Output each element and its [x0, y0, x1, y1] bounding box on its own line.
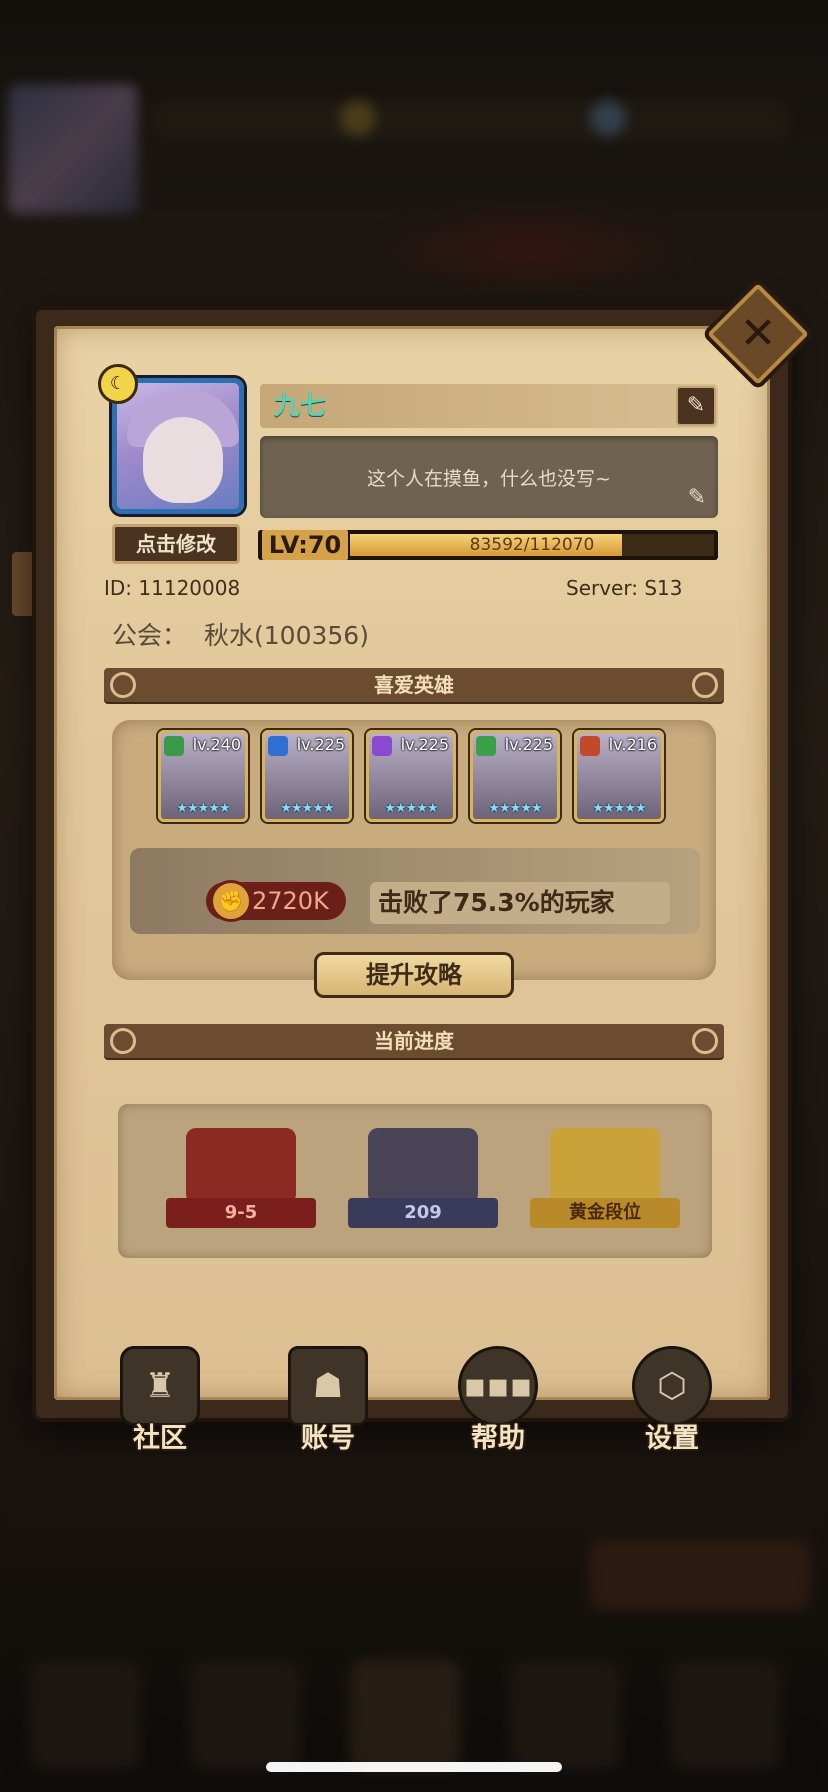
- progress-label: 209: [348, 1198, 498, 1228]
- scroll-curl-icon: [692, 1028, 718, 1054]
- pencil-icon[interactable]: ✎: [688, 485, 706, 510]
- hero-card[interactable]: lv.225 ★★★★★: [262, 730, 352, 822]
- section-title: 喜爱英雄: [374, 673, 454, 697]
- hero-level: lv.225: [400, 735, 449, 754]
- hero-stars: ★★★★★: [280, 801, 334, 816]
- hero-class-icon: [372, 736, 392, 756]
- guild-value: 秋水(100356): [204, 621, 369, 650]
- hero-class-icon: [476, 736, 496, 756]
- help-button[interactable]: ▪▪▪ 帮助: [442, 1346, 554, 1456]
- settings-label: 设置: [645, 1423, 699, 1454]
- name-bar: 九七 ✎: [260, 384, 718, 428]
- home-indicator[interactable]: [266, 1762, 562, 1772]
- scroll-curl-icon: [692, 672, 718, 698]
- settings-button[interactable]: ⬡ 设置: [616, 1346, 728, 1456]
- player-id: ID: 11120008: [104, 576, 241, 600]
- xp-track: 83592/112070: [350, 534, 714, 556]
- avatar-frame[interactable]: ☾: [98, 364, 244, 514]
- hero-stars: ★★★★★: [384, 801, 438, 816]
- hero-card[interactable]: lv.225 ★★★★★: [470, 730, 560, 822]
- hero-card[interactable]: lv.240 ★★★★★: [158, 730, 248, 822]
- signature-box[interactable]: 这个人在摸鱼，什么也没写~ ✎: [260, 436, 718, 518]
- close-icon: ✕: [739, 308, 777, 359]
- account-button[interactable]: ☗ 账号: [272, 1346, 384, 1456]
- account-label: 账号: [301, 1423, 355, 1454]
- hero-card[interactable]: lv.225 ★★★★★: [366, 730, 456, 822]
- xp-text: 83592/112070: [469, 535, 595, 555]
- guild-label: 公会：: [112, 621, 188, 650]
- sword-emblem-icon: [368, 1128, 478, 1204]
- edit-avatar-button[interactable]: 点击修改: [112, 524, 240, 564]
- hero-level: lv.225: [504, 735, 553, 754]
- favorite-heroes-banner: 喜爱英雄: [104, 668, 724, 702]
- hero-class-icon: [268, 736, 288, 756]
- level-label: LV:70: [262, 530, 348, 560]
- rank-progress[interactable]: 黄金段位: [530, 1128, 680, 1232]
- moon-star-icon: ☾: [98, 364, 138, 404]
- help-label: 帮助: [471, 1423, 525, 1454]
- progress-label: 黄金段位: [530, 1198, 680, 1228]
- hero-class-icon: [580, 736, 600, 756]
- defeat-text: 击败了75.3%的玩家: [378, 888, 615, 917]
- tower-progress[interactable]: 209: [348, 1128, 498, 1232]
- avatar-face: [143, 417, 223, 503]
- hero-stars: ★★★★★: [592, 801, 646, 816]
- section-title: 当前进度: [374, 1029, 454, 1053]
- strategy-button[interactable]: 提升攻略: [314, 952, 514, 998]
- player-name: 九七: [274, 391, 327, 421]
- current-progress-banner: 当前进度: [104, 1024, 724, 1058]
- book-emblem-icon: [186, 1128, 296, 1204]
- pencil-icon: ✎: [686, 393, 706, 418]
- gold-rank-emblem-icon: [550, 1128, 660, 1204]
- fist-icon: ✊: [210, 880, 252, 922]
- campaign-progress[interactable]: 9-5: [166, 1128, 316, 1232]
- community-label: 社区: [133, 1423, 187, 1454]
- hero-stars: ★★★★★: [488, 801, 542, 816]
- hero-level: lv.240: [192, 735, 241, 754]
- power-value: 2720K: [252, 887, 329, 915]
- hero-stars: ★★★★★: [176, 801, 230, 816]
- server-label: Server: S13: [566, 576, 683, 600]
- signature-text: 这个人在摸鱼，什么也没写~: [367, 468, 611, 490]
- hero-level: lv.216: [608, 735, 657, 754]
- hero-level: lv.225: [296, 735, 345, 754]
- community-button[interactable]: ♜ 社区: [104, 1346, 216, 1456]
- hero-class-icon: [164, 736, 184, 756]
- edit-name-button[interactable]: ✎: [676, 386, 716, 426]
- level-bar: LV:70 83592/112070: [258, 530, 718, 560]
- hero-card[interactable]: lv.216 ★★★★★: [574, 730, 664, 822]
- progress-label: 9-5: [166, 1198, 316, 1228]
